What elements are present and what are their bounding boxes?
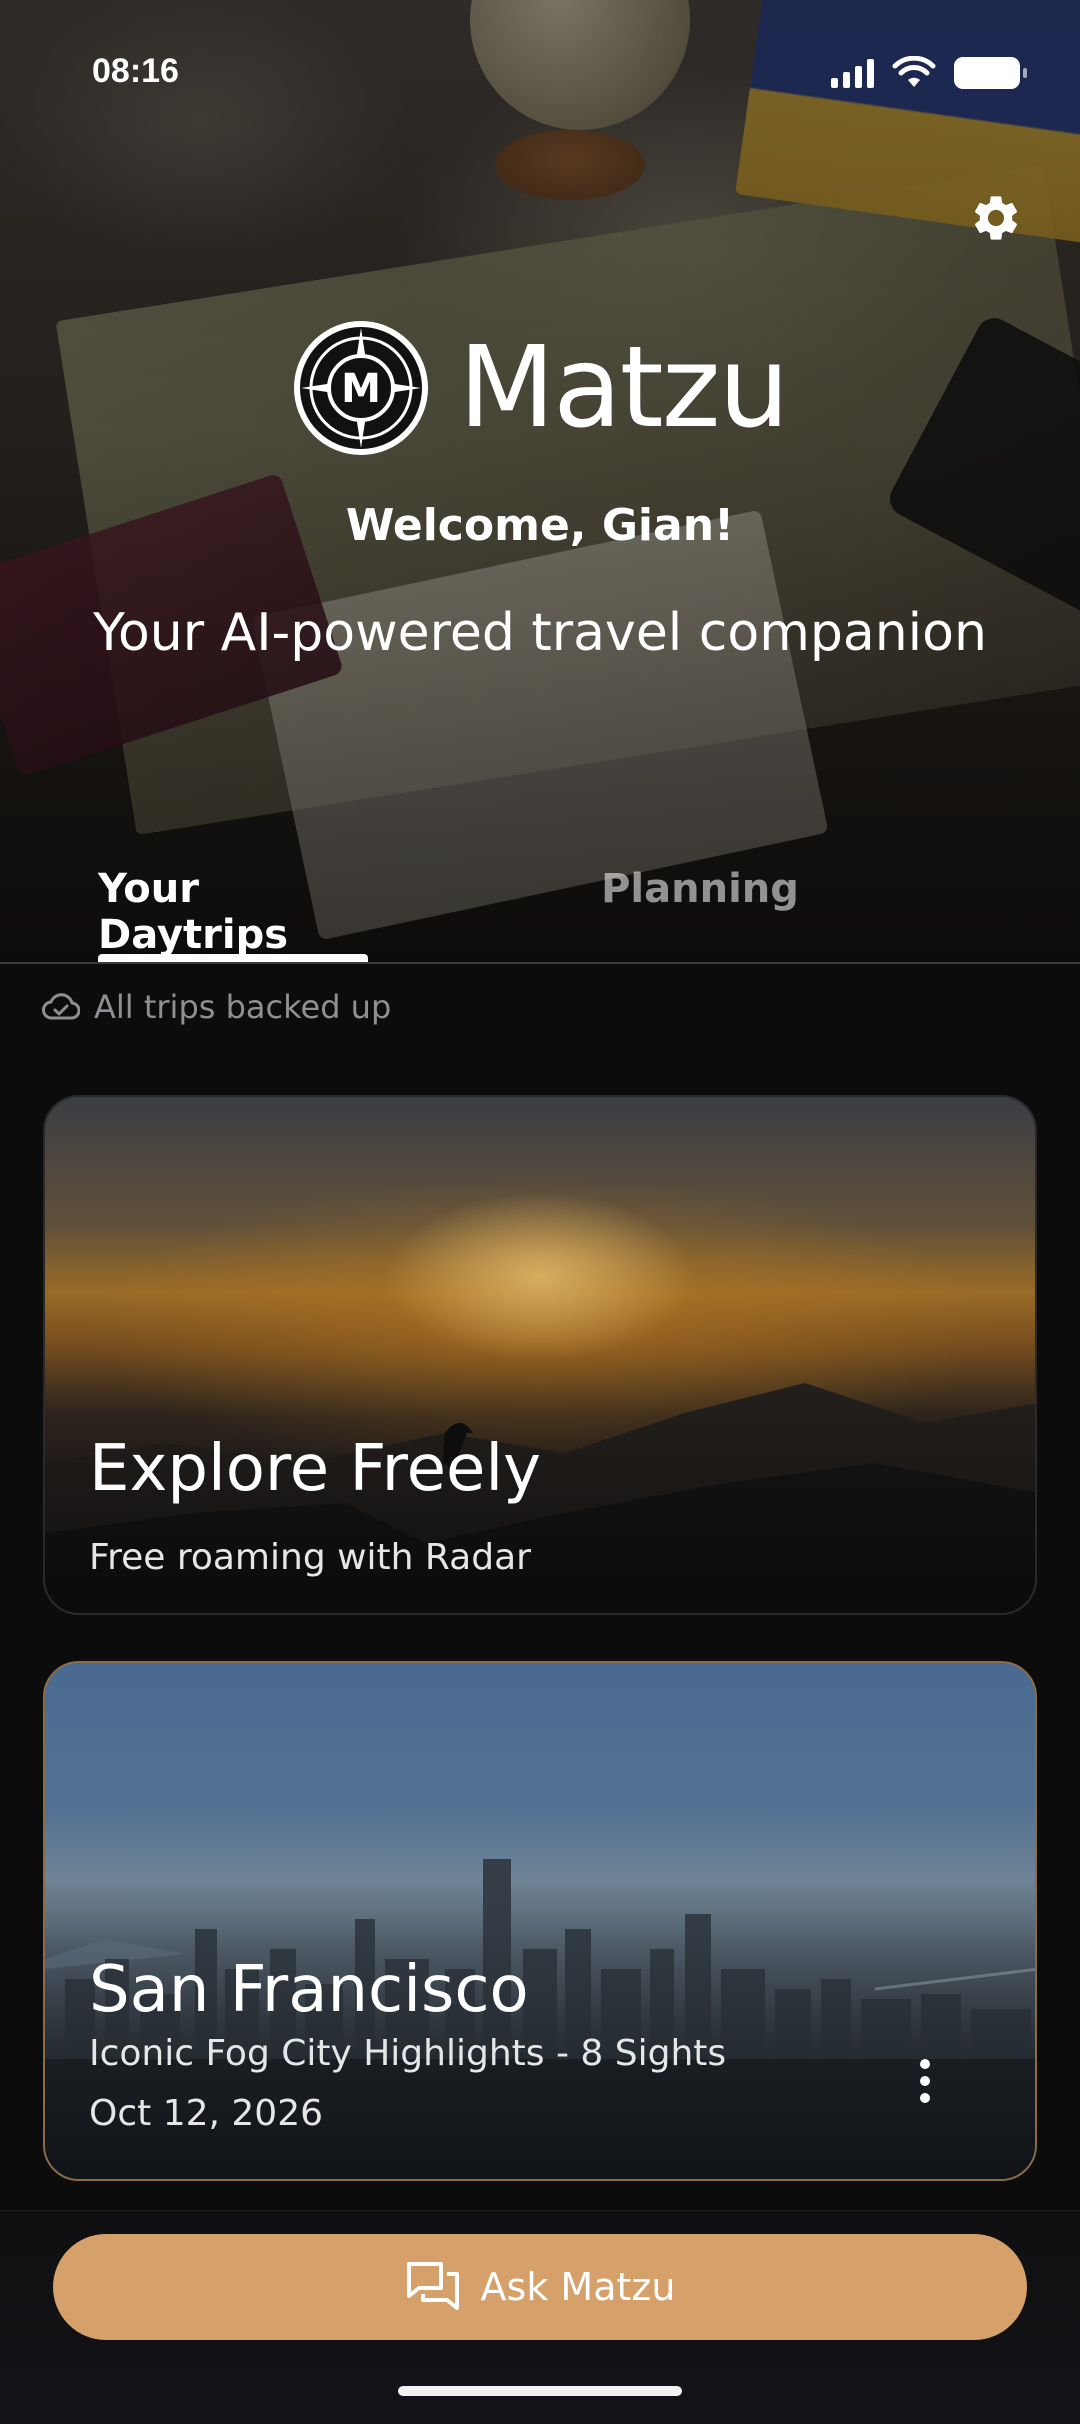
tabs-divider — [0, 962, 1080, 964]
settings-button[interactable] — [962, 184, 1030, 252]
tab-selected-indicator — [98, 954, 368, 962]
card-subtitle: Free roaming with Radar — [89, 1537, 531, 1578]
wifi-icon — [892, 56, 936, 87]
status-icons — [831, 56, 1027, 90]
ask-matzu-label: Ask Matzu — [480, 2265, 676, 2309]
more-vertical-icon — [920, 2059, 930, 2069]
hero-shade — [0, 0, 1080, 962]
explore-freely-card[interactable]: Explore Freely Free roaming with Radar — [43, 1095, 1037, 1615]
brand-header: M Matzu — [0, 320, 1080, 456]
hero-header — [0, 0, 1080, 962]
logo-letter: M — [341, 366, 381, 412]
card-date: Oct 12, 2026 — [89, 2093, 323, 2134]
app-name: Matzu — [458, 323, 790, 453]
home-indicator[interactable] — [398, 2386, 682, 2396]
chat-bubbles-icon — [406, 2262, 459, 2310]
tab-planning[interactable]: Planning — [600, 866, 800, 962]
compass-logo-icon: M — [293, 321, 428, 455]
card-dim — [45, 1097, 1035, 1613]
cloud-check-icon — [42, 993, 80, 1020]
card-title: San Francisco — [89, 1953, 529, 2027]
status-time: 08:16 — [92, 52, 179, 90]
san-francisco-trip-card[interactable]: San Francisco Iconic Fog City Highlights… — [43, 1661, 1037, 2181]
more-options-button[interactable] — [905, 2051, 945, 2111]
welcome-text: Welcome, Gian! — [345, 500, 735, 551]
tab-your-daytrips[interactable]: Your Daytrips — [98, 866, 368, 962]
gear-icon — [974, 196, 1018, 240]
card-title: Explore Freely — [89, 1432, 541, 1506]
signal-icon — [831, 58, 874, 88]
tagline-text: Your AI-powered travel companion — [93, 603, 987, 663]
battery-icon — [954, 57, 1027, 89]
ask-matzu-button[interactable]: Ask Matzu — [53, 2234, 1027, 2340]
backup-status-text: All trips backed up — [94, 988, 392, 1026]
card-subtitle: Iconic Fog City Highlights - 8 Sights — [89, 2033, 727, 2074]
tab-bar: Your Daytrips Planning — [0, 866, 1080, 962]
backup-status: All trips backed up — [42, 988, 391, 1026]
